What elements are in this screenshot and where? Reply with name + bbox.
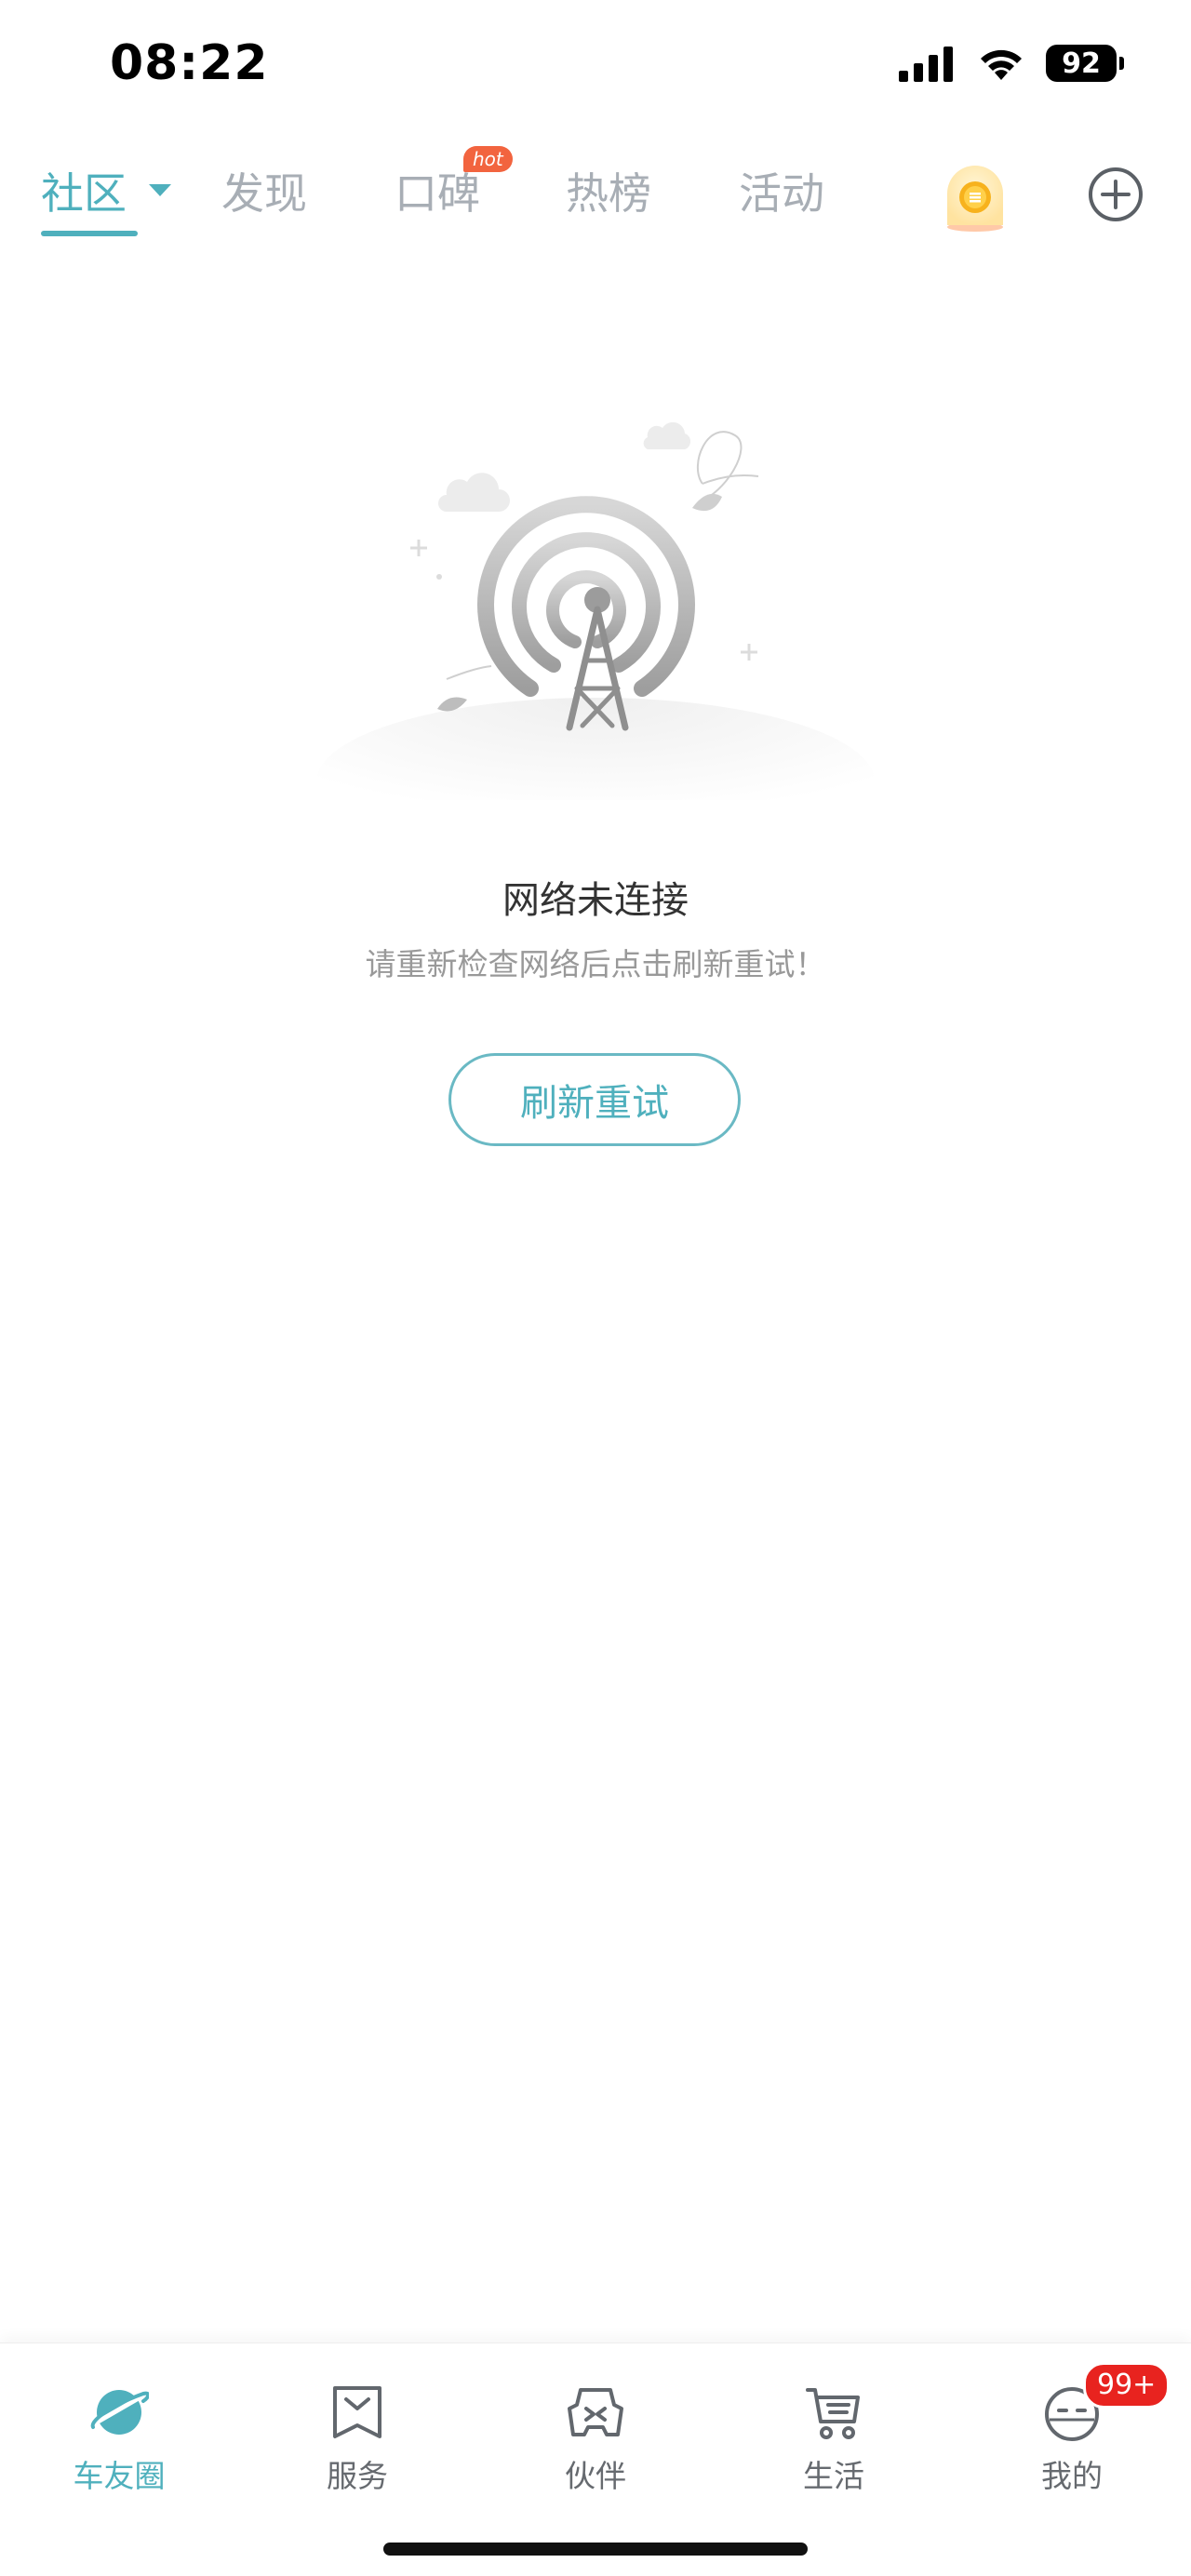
tab-community[interactable]: 社区 <box>41 160 127 221</box>
tab-discover[interactable]: 发现 <box>221 160 307 221</box>
cart-icon <box>806 2388 860 2439</box>
caret-down-icon[interactable] <box>149 184 171 196</box>
nav-item-mine[interactable]: 99+ 我的 <box>988 2362 1171 2494</box>
nav-label-car-friends: 车友圈 <box>73 2458 166 2494</box>
no-network-illustration <box>316 421 875 800</box>
tab-hot-list[interactable]: 热榜 <box>566 160 651 221</box>
nav-label-partners: 伙伴 <box>565 2458 626 2494</box>
nav-item-life[interactable]: 生活 <box>750 2362 917 2494</box>
notification-badge: 99+ <box>1083 2362 1171 2409</box>
active-tab-indicator <box>41 231 138 236</box>
bottom-nav-bar: 车友圈 服务 伙伴 生活 99+ 我的 <box>0 2342 1191 2576</box>
nav-item-services[interactable]: 服务 <box>274 2362 441 2494</box>
bookmark-icon <box>333 2386 381 2438</box>
add-post-button[interactable] <box>1087 166 1144 223</box>
top-tab-bar: 社区 发现 口碑 hot 热榜 活动 <box>0 146 1191 251</box>
refresh-retry-button[interactable]: 刷新重试 <box>448 1053 741 1146</box>
status-icons: 92 <box>899 45 1124 82</box>
planet-icon <box>90 2390 149 2435</box>
battery-indicator: 92 <box>1046 45 1124 82</box>
nav-item-partners[interactable]: 伙伴 <box>512 2362 679 2494</box>
home-indicator[interactable] <box>383 2543 808 2556</box>
tab-activities[interactable]: 活动 <box>739 160 824 221</box>
empty-state-title: 网络未连接 <box>502 879 689 922</box>
hot-badge: hot <box>463 146 513 172</box>
gamepad-icon <box>568 2388 623 2436</box>
nav-label-services: 服务 <box>327 2458 388 2494</box>
nav-item-car-friends[interactable]: 车友圈 <box>35 2362 203 2494</box>
nav-label-mine: 我的 <box>1041 2458 1103 2494</box>
nav-label-life: 生活 <box>803 2458 864 2494</box>
checkin-reward-icon[interactable] <box>942 160 1009 233</box>
wifi-icon <box>981 49 1022 80</box>
app-screen: 08:22 92 社区 发现 口碑 hot 热榜 活动 网络未连接 请重新检查网… <box>0 0 1191 2576</box>
cellular-signal-icon <box>899 47 953 82</box>
empty-state-subtitle: 请重新检查网络后点击刷新重试！ <box>365 946 826 982</box>
status-time: 08:22 <box>110 35 269 91</box>
status-bar: 08:22 92 <box>0 0 1191 130</box>
